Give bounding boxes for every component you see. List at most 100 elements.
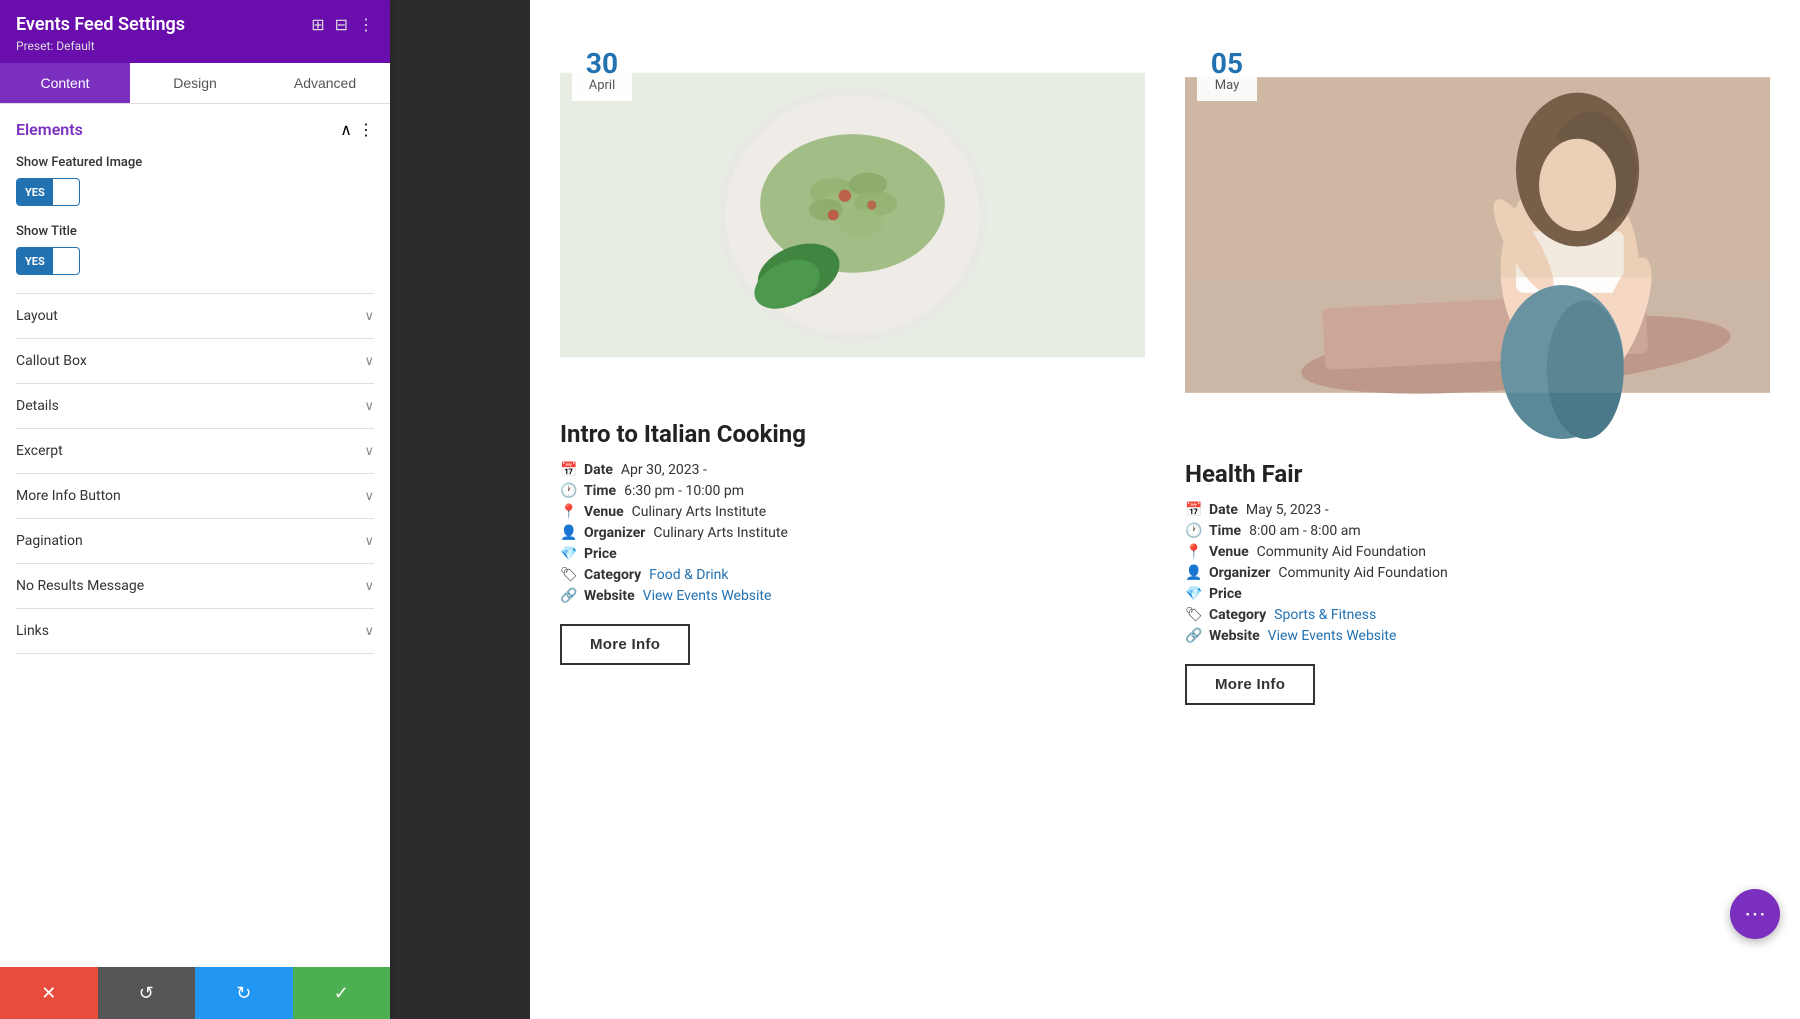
sidebar: Events Feed Settings ⊞ ⊟ ⋮ Preset: Defau…: [0, 0, 390, 1019]
accordion-excerpt-header[interactable]: Excerpt ∨: [16, 429, 374, 473]
more-options-icon[interactable]: ⋮: [358, 15, 374, 34]
accordion-pagination: Pagination ∨: [16, 519, 374, 564]
chevron-down-icon-6: ∨: [364, 534, 374, 549]
price-icon: 💎: [560, 546, 578, 562]
toggle-yes-label-2: YES: [17, 248, 53, 274]
date-badge-1: 30 April: [572, 42, 632, 101]
accordion-more-info-header[interactable]: More Info Button ∨: [16, 474, 374, 518]
accordion-excerpt-label: Excerpt: [16, 443, 63, 459]
event-image-wrap-1: 30 April: [560, 30, 1145, 404]
fab-button[interactable]: ⋯: [1730, 889, 1780, 939]
detail-website-label: Website: [584, 588, 635, 604]
toggle-handle-2: [53, 248, 73, 274]
events-area: 30 April: [530, 0, 1800, 1019]
sidebar-toolbar: ✕ ↺ ↻ ✓: [0, 967, 390, 1019]
calendar-icon-2: 📅: [1185, 502, 1203, 518]
date-month-1: April: [584, 78, 620, 93]
event-details-1: 📅 Date Apr 30, 2023 - 🕐 Time 6:30 pm - 1…: [560, 462, 1145, 604]
save-button[interactable]: ✓: [293, 967, 391, 1019]
header-icons: ⊞ ⊟ ⋮: [311, 15, 374, 34]
location-icon: 📍: [560, 504, 578, 520]
preset-label[interactable]: Preset: Default: [16, 39, 374, 53]
accordion-layout-header[interactable]: Layout ∨: [16, 294, 374, 338]
category-link-2[interactable]: Sports & Fitness: [1274, 607, 1376, 623]
tab-design[interactable]: Design: [130, 63, 260, 103]
chevron-down-icon-4: ∨: [364, 444, 374, 459]
event-card-2: 05 May: [1185, 30, 1770, 721]
accordion-pagination-header[interactable]: Pagination ∨: [16, 519, 374, 563]
accordion-links-header[interactable]: Links ∨: [16, 609, 374, 653]
detail-date-value-2: May 5, 2023 -: [1246, 502, 1329, 518]
detail-venue-2: 📍 Venue Community Aid Foundation: [1185, 544, 1770, 560]
detail-category-label: Category: [584, 567, 641, 583]
show-title-toggle[interactable]: YES: [16, 247, 80, 275]
website-link-2[interactable]: View Events Website: [1268, 628, 1397, 644]
detail-website-1: 🔗 Website View Events Website: [560, 588, 1145, 604]
detail-organizer-label-2: Organizer: [1209, 565, 1270, 581]
category-icon-2: 🏷: [1185, 607, 1203, 623]
columns-icon[interactable]: ⊟: [335, 15, 348, 34]
detail-date-label: Date: [584, 462, 613, 478]
detail-price-label-2: Price: [1209, 586, 1242, 602]
detail-category-1: 🏷 Category Food & Drink: [560, 567, 1145, 583]
undo-button[interactable]: ↺: [98, 967, 196, 1019]
detail-time-value: 6:30 pm - 10:00 pm: [624, 483, 744, 499]
website-link-1[interactable]: View Events Website: [643, 588, 772, 604]
elements-more-icon[interactable]: ⋮: [358, 120, 374, 139]
chevron-down-icon-5: ∨: [364, 489, 374, 504]
detail-organizer-label: Organizer: [584, 525, 645, 541]
yoga-image: [1185, 30, 1770, 440]
toggle-yes-label: YES: [17, 179, 53, 205]
main-content: 30 April: [390, 0, 1800, 1019]
accordion-more-info-label: More Info Button: [16, 488, 121, 504]
accordion-details-label: Details: [16, 398, 59, 414]
tab-content[interactable]: Content: [0, 63, 130, 103]
accordion-more-info: More Info Button ∨: [16, 474, 374, 519]
detail-date-1: 📅 Date Apr 30, 2023 -: [560, 462, 1145, 478]
more-info-button-1[interactable]: More Info: [560, 624, 690, 665]
accordion: Layout ∨ Callout Box ∨ Details ∨ Excerpt: [16, 293, 374, 654]
toggle-handle: [53, 179, 73, 205]
date-day-2: 05: [1209, 50, 1245, 78]
website-icon-2: 🔗: [1185, 628, 1203, 644]
accordion-callout-label: Callout Box: [16, 353, 87, 369]
detail-price-2: 💎 Price: [1185, 586, 1770, 602]
cancel-button[interactable]: ✕: [0, 967, 98, 1019]
elements-actions: ∧ ⋮: [340, 120, 374, 139]
detail-venue-value-2: Community Aid Foundation: [1257, 544, 1426, 560]
calendar-icon: 📅: [560, 462, 578, 478]
event-body-1: Intro to Italian Cooking 📅 Date Apr 30, …: [560, 404, 1145, 681]
date-badge-2: 05 May: [1197, 42, 1257, 101]
accordion-excerpt: Excerpt ∨: [16, 429, 374, 474]
accordion-details-header[interactable]: Details ∨: [16, 384, 374, 428]
event-body-2: Health Fair 📅 Date May 5, 2023 - 🕐 Time …: [1185, 444, 1770, 721]
tab-advanced[interactable]: Advanced: [260, 63, 390, 103]
detail-time-label-2: Time: [1209, 523, 1241, 539]
elements-collapse-icon[interactable]: ∧: [340, 120, 352, 139]
more-info-button-2[interactable]: More Info: [1185, 664, 1315, 705]
chevron-down-icon-8: ∨: [364, 624, 374, 639]
redo-button[interactable]: ↻: [195, 967, 293, 1019]
date-day-1: 30: [584, 50, 620, 78]
detail-price-label: Price: [584, 546, 617, 562]
grid-icon[interactable]: ⊞: [311, 15, 324, 34]
location-icon-2: 📍: [1185, 544, 1203, 560]
accordion-pagination-label: Pagination: [16, 533, 83, 549]
accordion-layout: Layout ∨: [16, 294, 374, 339]
show-title-field: Show Title YES: [16, 224, 374, 275]
detail-price-1: 💎 Price: [560, 546, 1145, 562]
detail-organizer-2: 👤 Organizer Community Aid Foundation: [1185, 565, 1770, 581]
sidebar-content: Elements ∧ ⋮ Show Featured Image YES Sho…: [0, 104, 390, 967]
detail-organizer-value-2: Community Aid Foundation: [1278, 565, 1447, 581]
category-link-1[interactable]: Food & Drink: [649, 567, 728, 583]
show-title-label: Show Title: [16, 224, 374, 239]
accordion-callout-header[interactable]: Callout Box ∨: [16, 339, 374, 383]
detail-website-2: 🔗 Website View Events Website: [1185, 628, 1770, 644]
show-featured-image-toggle[interactable]: YES: [16, 178, 80, 206]
elements-section-header: Elements ∧ ⋮: [16, 120, 374, 139]
detail-date-label-2: Date: [1209, 502, 1238, 518]
chevron-down-icon-2: ∨: [364, 354, 374, 369]
accordion-no-results-header[interactable]: No Results Message ∨: [16, 564, 374, 608]
accordion-callout-box: Callout Box ∨: [16, 339, 374, 384]
detail-time-2: 🕐 Time 8:00 am - 8:00 am: [1185, 523, 1770, 539]
